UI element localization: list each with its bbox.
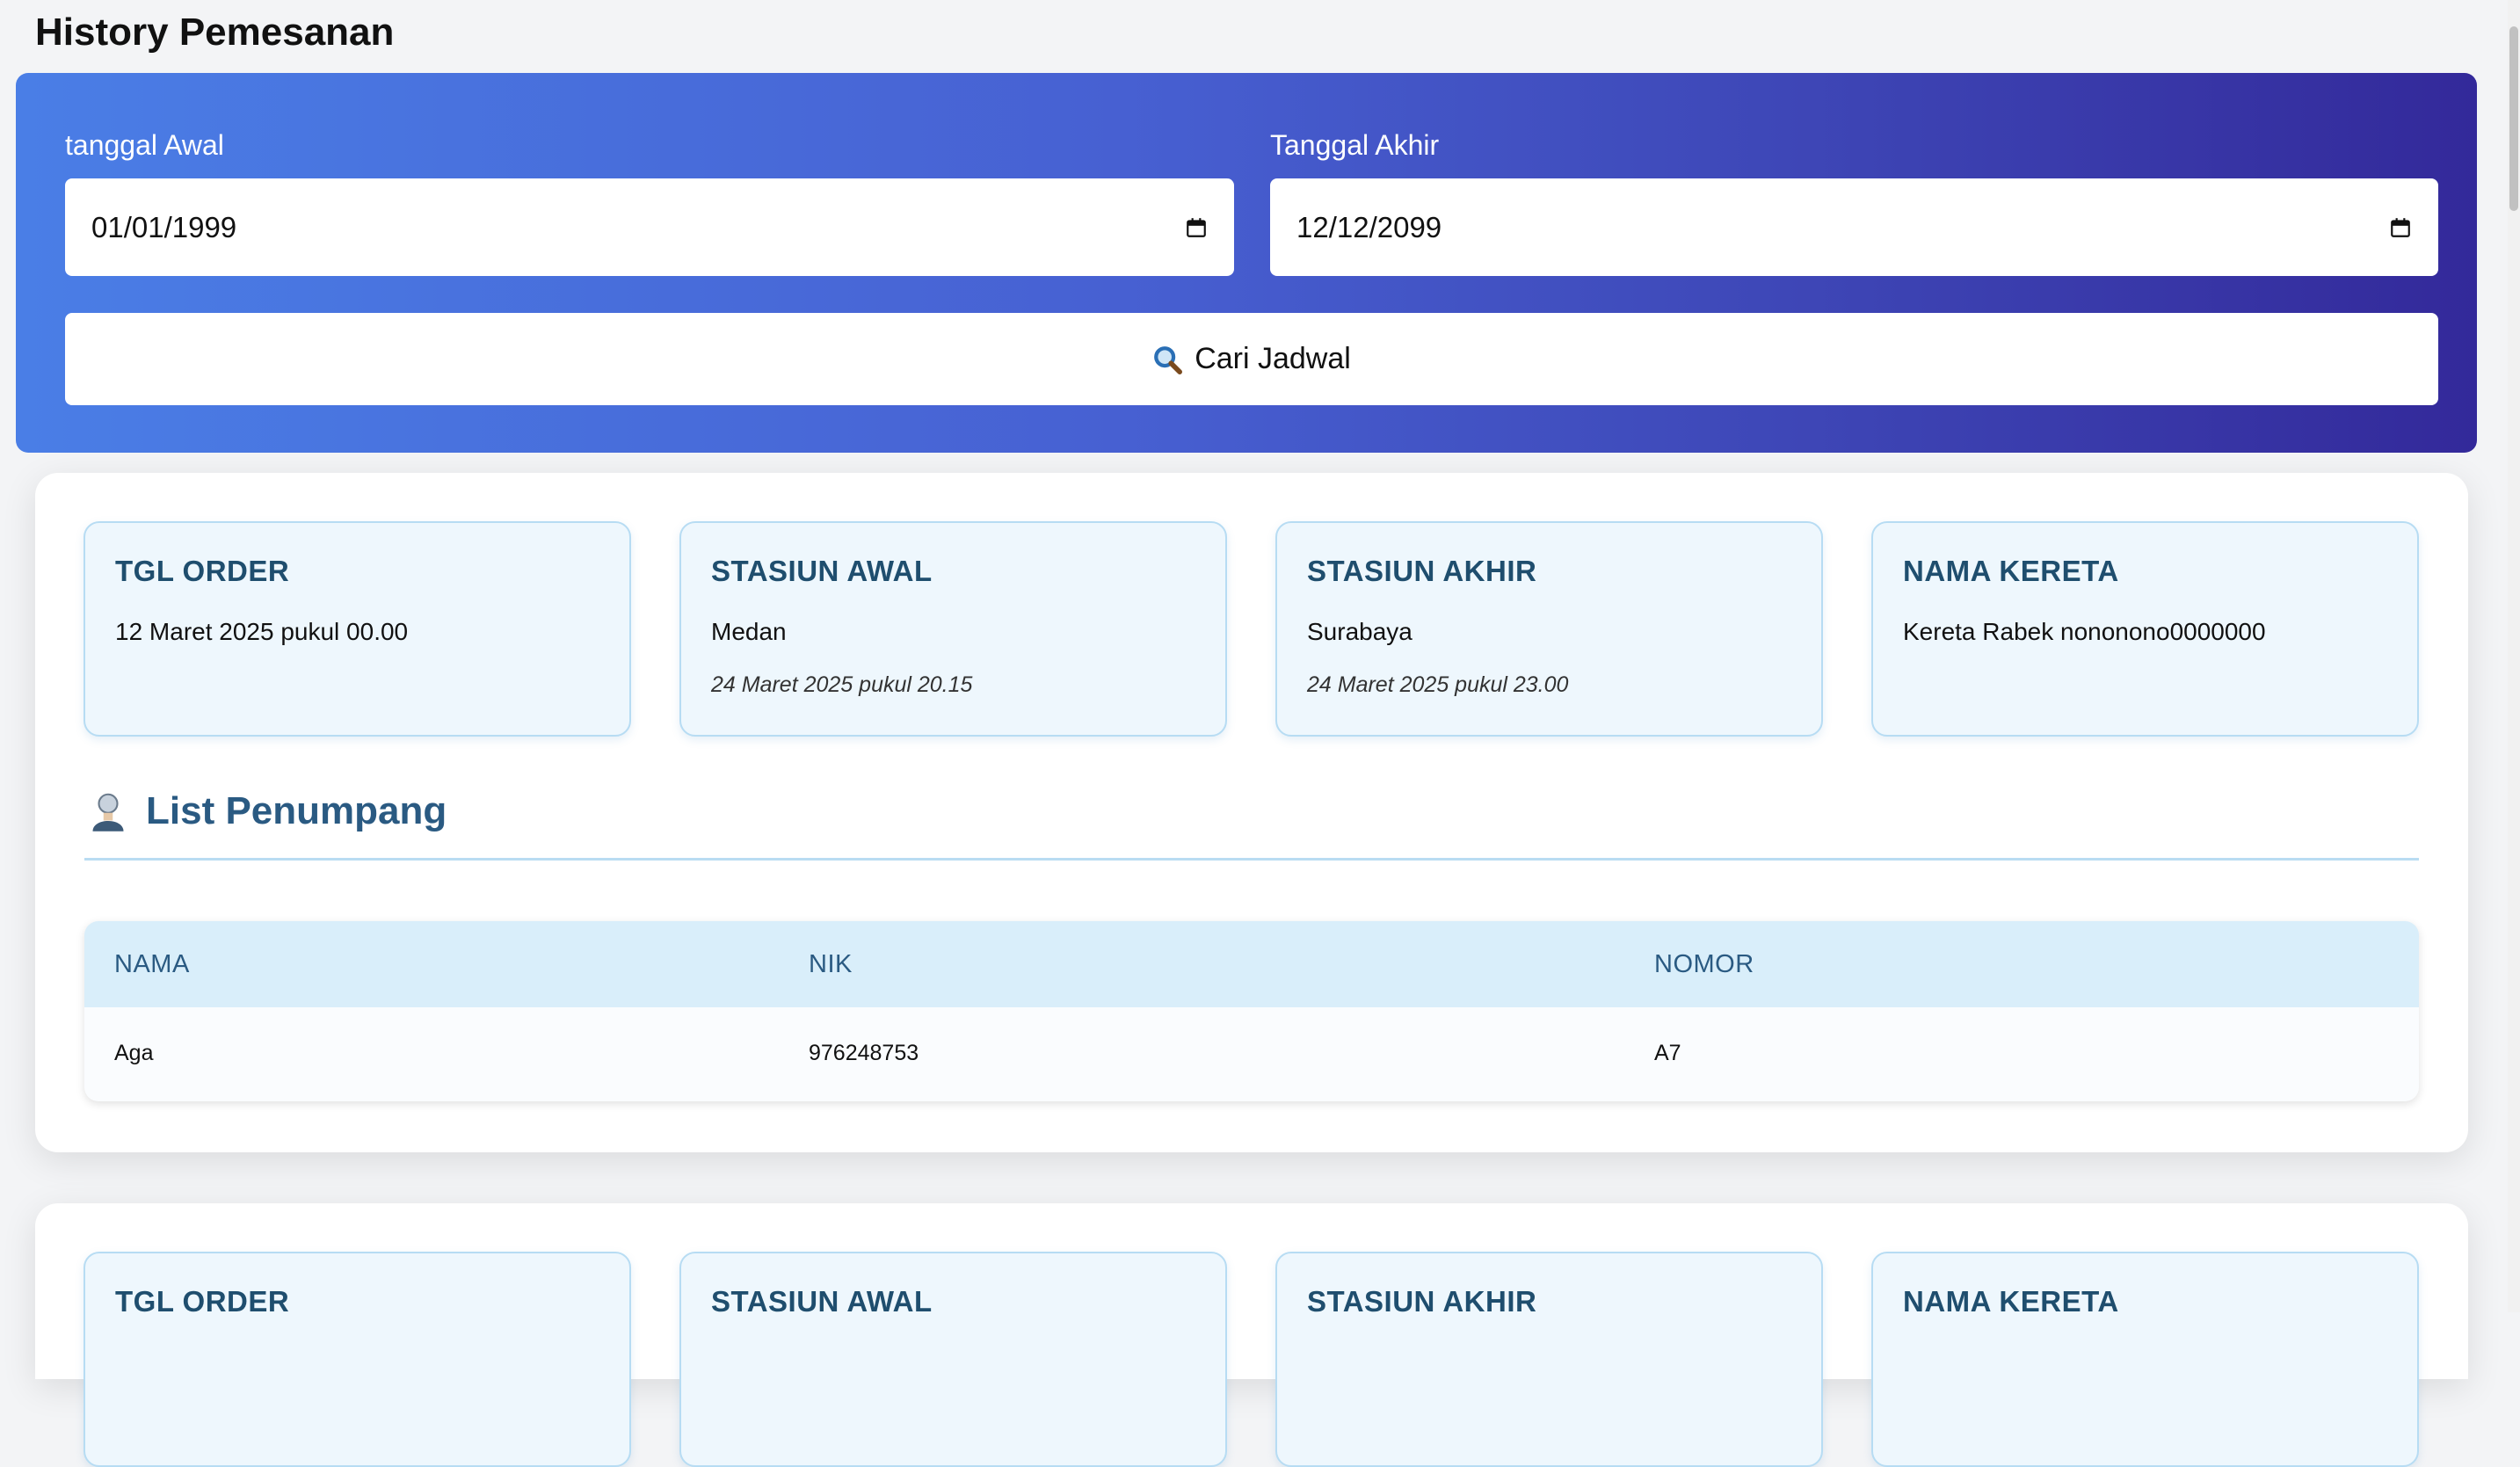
search-panel: tanggal Awal 01/01/1999 Tanggal Akhir 12… <box>16 73 2477 453</box>
destination-station-box: STASIUN AKHIR Surabaya 24 Maret 2025 puk… <box>1275 521 1823 737</box>
train-name-title: NAMA KERETA <box>1903 555 2119 587</box>
passenger-name-cell: Aga <box>114 1041 154 1065</box>
page-title: History Pemesanan <box>35 11 395 54</box>
order-date-title: TGL ORDER <box>115 1285 290 1318</box>
end-date-label: Tanggal Akhir <box>1270 129 1440 161</box>
order-card: TGL ORDER STASIUN AWAL STASIUN AKHIR NAM… <box>35 1203 2468 1467</box>
passenger-seat-cell: A7 <box>1654 1041 1681 1065</box>
scrollbar-thumb[interactable] <box>2509 26 2518 211</box>
end-date-value: 12/12/2099 <box>1296 210 1442 243</box>
passenger-list-title: List Penumpang <box>146 789 447 832</box>
magnifier-icon <box>1154 345 1183 374</box>
calendar-icon[interactable] <box>2389 216 2412 239</box>
origin-station-box: STASIUN AWAL <box>679 1252 1227 1467</box>
order-date-value: 12 Maret 2025 pukul 00.00 <box>115 618 409 645</box>
vertical-scrollbar[interactable] <box>2508 0 2520 1312</box>
table-header: NAMA NIK NOMOR <box>84 921 2419 1007</box>
destination-station-box: STASIUN AKHIR <box>1275 1252 1823 1467</box>
origin-station-value: Medan <box>711 618 787 645</box>
order-date-box: TGL ORDER 12 Maret 2025 pukul 00.00 <box>84 521 631 737</box>
train-name-box: NAMA KERETA <box>1871 1252 2419 1467</box>
order-date-box: TGL ORDER <box>84 1252 631 1467</box>
origin-station-title: STASIUN AWAL <box>711 555 933 587</box>
start-date-value: 01/01/1999 <box>91 210 237 243</box>
passenger-nik-cell: 976248753 <box>809 1041 919 1065</box>
search-schedule-button[interactable]: Cari Jadwal <box>65 313 2438 405</box>
destination-station-time: 24 Maret 2025 pukul 23.00 <box>1307 672 1569 697</box>
train-name-box: NAMA KERETA Kereta Rabek nononono0000000 <box>1871 521 2419 737</box>
calendar-icon[interactable] <box>1185 216 1208 239</box>
origin-station-box: STASIUN AWAL Medan 24 Maret 2025 pukul 2… <box>679 521 1227 737</box>
start-date-input[interactable]: 01/01/1999 <box>65 178 1234 276</box>
destination-station-title: STASIUN AKHIR <box>1307 555 1537 587</box>
person-icon <box>92 793 124 832</box>
start-date-label: tanggal Awal <box>65 129 224 161</box>
train-name-value: Kereta Rabek nononono0000000 <box>1903 618 2266 645</box>
column-header-number: NOMOR <box>1654 950 1754 978</box>
column-header-nik: NIK <box>809 950 853 978</box>
order-card: TGL ORDER 12 Maret 2025 pukul 00.00 STAS… <box>35 473 2468 1152</box>
passenger-list-heading: List Penumpang <box>90 789 447 833</box>
origin-station-title: STASIUN AWAL <box>711 1285 933 1318</box>
column-header-name: NAMA <box>114 950 190 978</box>
passenger-table: NAMA NIK NOMOR Aga 976248753 A7 <box>84 921 2419 1101</box>
destination-station-value: Surabaya <box>1307 618 1413 645</box>
end-date-input[interactable]: 12/12/2099 <box>1270 178 2438 276</box>
train-name-title: NAMA KERETA <box>1903 1285 2119 1318</box>
origin-station-time: 24 Maret 2025 pukul 20.15 <box>711 672 973 697</box>
order-date-title: TGL ORDER <box>115 555 290 587</box>
search-button-label: Cari Jadwal <box>1195 342 1351 375</box>
destination-station-title: STASIUN AKHIR <box>1307 1285 1537 1318</box>
divider <box>84 858 2419 861</box>
